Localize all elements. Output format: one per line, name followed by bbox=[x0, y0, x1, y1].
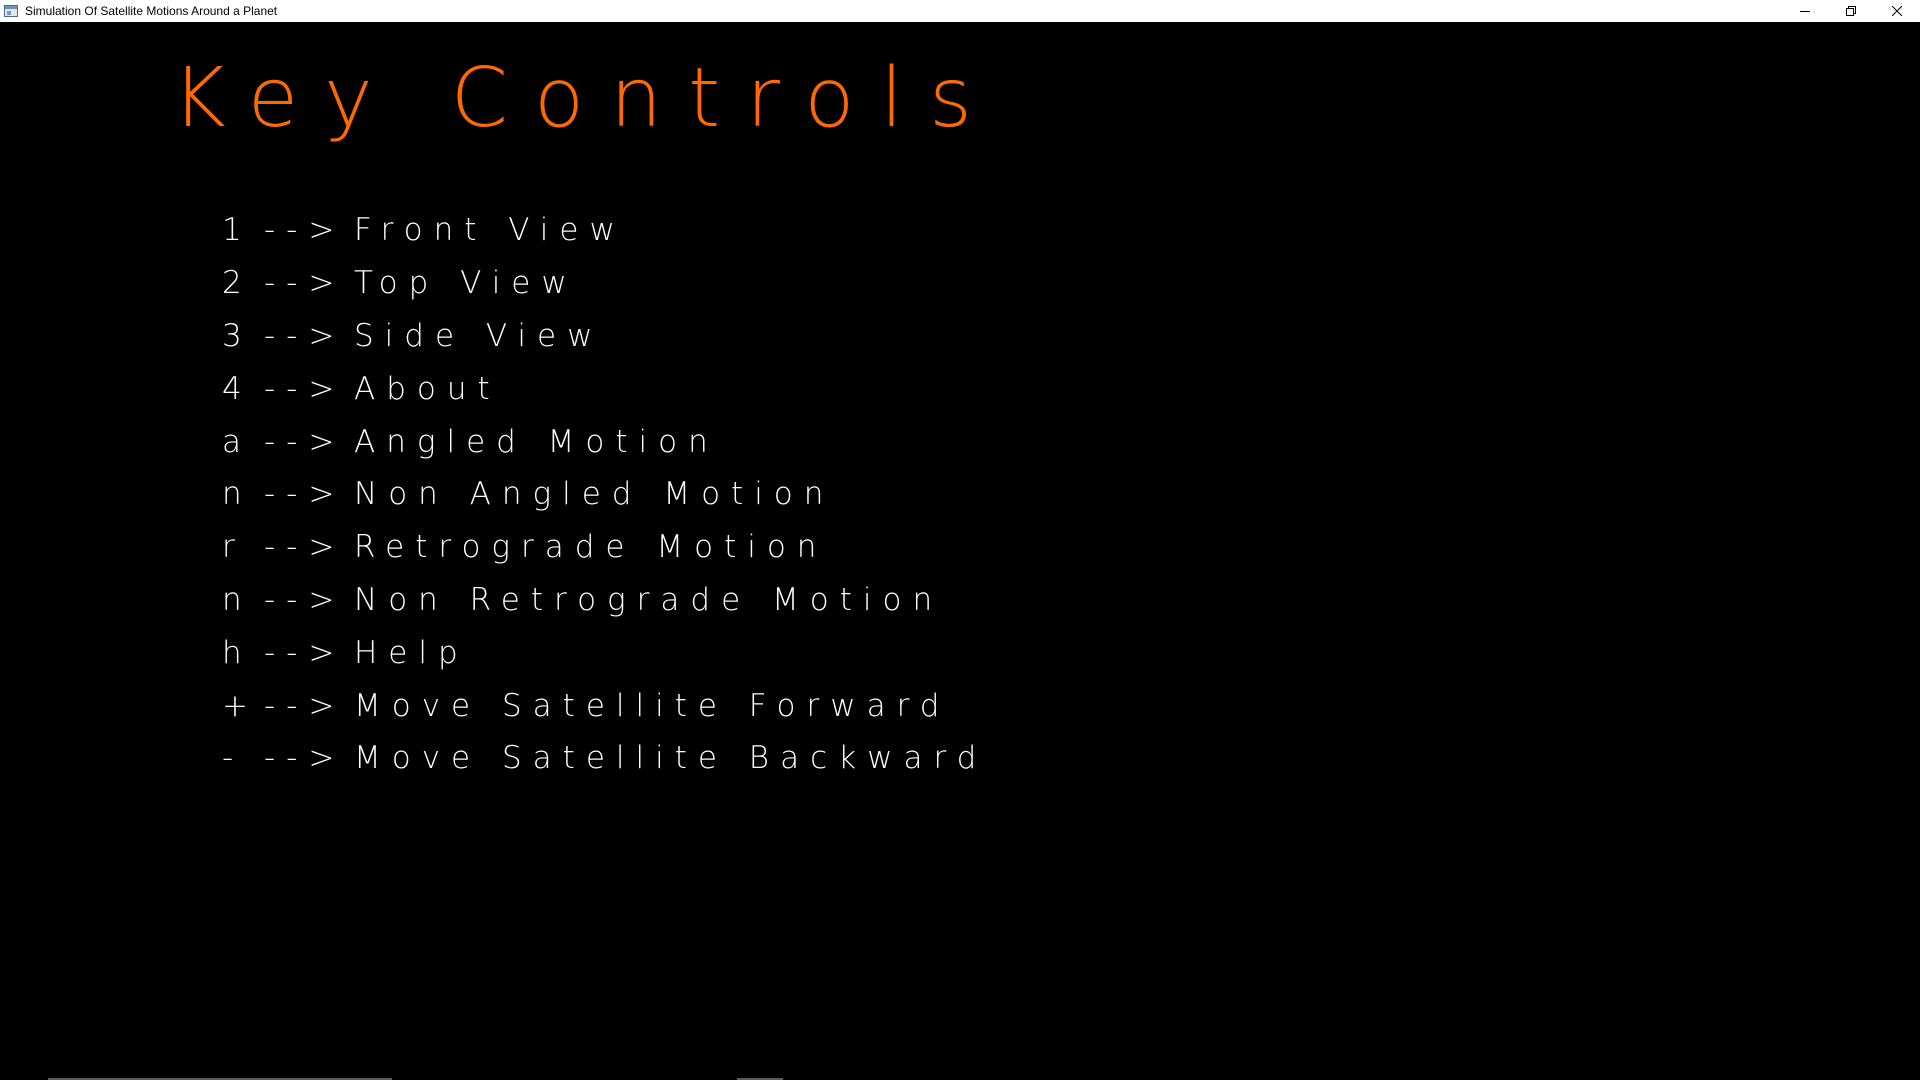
minimize-button[interactable] bbox=[1782, 0, 1828, 22]
control-arrow: --> bbox=[264, 370, 346, 407]
control-arrow: --> bbox=[264, 265, 346, 302]
app-window: Simulation Of Satellite Motions Around a… bbox=[0, 0, 1920, 1080]
key-controls-heading: Key Controls bbox=[172, 51, 998, 146]
control-action: Retrograde Motion bbox=[354, 529, 828, 566]
control-key: 2 bbox=[222, 265, 253, 302]
minimize-icon bbox=[1800, 11, 1810, 12]
control-key: n bbox=[222, 476, 253, 513]
restore-button[interactable] bbox=[1828, 0, 1874, 22]
control-arrow: --> bbox=[264, 687, 346, 724]
control-action: Help bbox=[354, 634, 469, 671]
control-action: Move Satellite Forward bbox=[354, 687, 951, 724]
key-control-row: 2 --> Top View bbox=[222, 257, 987, 310]
control-arrow: --> bbox=[264, 581, 346, 618]
control-action: Angled Motion bbox=[354, 423, 719, 460]
simulation-canvas[interactable]: Key Controls 1 --> Front View 2 --> Top View 3… bbox=[0, 22, 1920, 1080]
control-action: Side View bbox=[354, 317, 604, 354]
key-control-row: + --> Move Satellite Forward bbox=[222, 679, 987, 732]
control-action: Top View bbox=[354, 265, 578, 302]
key-control-row: - --> Move Satellite Backward bbox=[222, 732, 987, 785]
control-key: - bbox=[222, 740, 245, 777]
control-action: About bbox=[354, 370, 501, 407]
control-arrow: --> bbox=[264, 634, 346, 671]
control-key: r bbox=[222, 529, 246, 566]
control-arrow: --> bbox=[264, 740, 346, 777]
control-action: Non Angled Motion bbox=[354, 476, 835, 513]
key-controls-list: 1 --> Front View 2 --> Top View 3 --> Side View 4… bbox=[222, 204, 987, 785]
key-control-row: a --> Angled Motion bbox=[222, 415, 987, 468]
key-control-row: h --> Help bbox=[222, 626, 987, 679]
key-control-row: 1 --> Front View bbox=[222, 204, 987, 257]
control-key: h bbox=[222, 634, 253, 671]
control-action: Front View bbox=[354, 212, 626, 249]
control-key: 4 bbox=[222, 370, 253, 407]
control-arrow: --> bbox=[264, 317, 346, 354]
control-arrow: --> bbox=[264, 529, 346, 566]
control-arrow: --> bbox=[264, 212, 346, 249]
control-arrow: --> bbox=[264, 476, 346, 513]
control-action: Non Retrograde Motion bbox=[354, 581, 944, 618]
control-key: a bbox=[222, 423, 252, 460]
control-key: + bbox=[222, 687, 259, 724]
control-action: Move Satellite Backward bbox=[354, 740, 988, 777]
key-control-row: n --> Non Retrograde Motion bbox=[222, 574, 987, 627]
control-key: 3 bbox=[222, 317, 253, 354]
close-icon bbox=[1892, 6, 1902, 16]
window-controls bbox=[1782, 0, 1920, 22]
control-arrow: --> bbox=[264, 423, 346, 460]
app-window-icon[interactable] bbox=[4, 5, 18, 17]
key-control-row: n --> Non Angled Motion bbox=[222, 468, 987, 521]
control-key: 1 bbox=[222, 212, 253, 249]
key-control-row: 3 --> Side View bbox=[222, 310, 987, 363]
close-button[interactable] bbox=[1874, 0, 1920, 22]
title-bar[interactable]: Simulation Of Satellite Motions Around a… bbox=[0, 0, 1920, 22]
key-control-row: 4 --> About bbox=[222, 362, 987, 415]
restore-icon bbox=[1846, 6, 1856, 16]
key-control-row: r --> Retrograde Motion bbox=[222, 521, 987, 574]
window-title: Simulation Of Satellite Motions Around a… bbox=[25, 4, 278, 18]
control-key: n bbox=[222, 581, 253, 618]
